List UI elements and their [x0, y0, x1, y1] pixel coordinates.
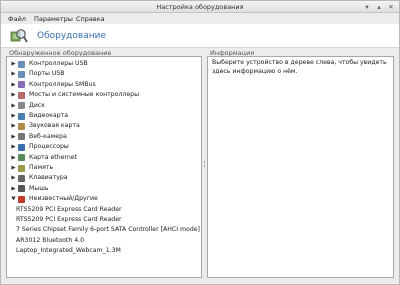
- expand-arrow-right-icon[interactable]: ▶: [11, 173, 16, 183]
- expand-arrow-right-icon[interactable]: ▶: [11, 80, 16, 90]
- tree-item-label: Видеокарта: [29, 112, 68, 119]
- expand-arrow-right-icon[interactable]: ▶: [11, 132, 16, 142]
- tree-item-label: Процессоры: [29, 143, 69, 151]
- tree-child-label: Laptop_Integrated_Webcam_1.3M: [16, 247, 121, 255]
- menu-bar: Файл Параметры Справка: [1, 13, 399, 24]
- tree-child-item[interactable]: 7 Series Chipset Family 6-port SATA Cont…: [7, 225, 200, 235]
- expand-arrow-down-icon[interactable]: ▼: [11, 194, 16, 204]
- tree-item-label: Клавиатура: [29, 174, 68, 182]
- video-card-icon: [18, 112, 25, 120]
- expand-arrow-right-icon[interactable]: ▶: [11, 69, 16, 79]
- hardware-window: Настройка оборудования ▾ ▴ ✕ Файл Параме…: [0, 0, 400, 285]
- expand-arrow-right-icon[interactable]: ▶: [11, 153, 16, 163]
- page-header: Оборудование: [1, 24, 399, 48]
- tree-item[interactable]: ▶ Порты USB: [7, 69, 197, 79]
- tree-item-label: Звуковая карта: [29, 122, 80, 130]
- tree-item-label: Порты USB: [29, 70, 65, 78]
- close-button[interactable]: ✕: [387, 3, 395, 11]
- tree-item[interactable]: ▶ Клавиатура: [7, 173, 197, 183]
- usb-icon: [18, 60, 25, 68]
- tree-child-item[interactable]: Laptop_Integrated_Webcam_1.3M: [7, 246, 197, 256]
- expand-arrow-right-icon[interactable]: ▶: [11, 111, 16, 121]
- tree-child-item[interactable]: RTS5209 PCI Express Card Reader: [7, 215, 197, 225]
- tree-child-label: RTS5209 PCI Express Card Reader: [16, 216, 122, 223]
- page-title: Оборудование: [37, 31, 106, 41]
- tree-item[interactable]: ▶ Процессоры: [7, 142, 197, 152]
- tree-item-label: Контроллеры USB: [29, 60, 88, 67]
- keyboard-icon: [18, 174, 25, 182]
- expand-arrow-right-icon[interactable]: ▶: [11, 90, 16, 100]
- disk-icon: [18, 102, 25, 110]
- tree-child-label: 7 Series Chipset Family 6-port SATA Cont…: [16, 226, 200, 234]
- expand-arrow-right-icon[interactable]: ▶: [11, 142, 16, 152]
- expand-arrow-right-icon[interactable]: ▶: [11, 121, 16, 131]
- menu-file[interactable]: Файл: [8, 15, 26, 23]
- menu-settings[interactable]: Параметры: [34, 15, 73, 23]
- expand-arrow-right-icon[interactable]: ▶: [11, 163, 16, 173]
- tree-item-label: Память: [29, 164, 54, 171]
- info-text: Выберите устройство в дереве слева, чтоб…: [212, 59, 387, 75]
- tree-item[interactable]: ▶ Мышь: [7, 184, 197, 194]
- minimize-button[interactable]: ▾: [363, 3, 371, 11]
- hardware-magnifier-icon: [10, 29, 28, 43]
- tree-item[interactable]: ▶ Карта ethernet: [7, 153, 197, 163]
- pane-splitter[interactable]: [204, 161, 206, 167]
- tree-item-label: Неизвестный/Другие: [29, 195, 98, 203]
- hardware-tree[interactable]: ▶ Контроллеры USB ▶ Порты USB ▶ Контроллеры S…: [6, 56, 202, 278]
- tree-item[interactable]: ▶ Звуковая карта: [7, 121, 197, 131]
- window-title: Настройка оборудования: [156, 3, 244, 11]
- maximize-button[interactable]: ▴: [375, 3, 383, 11]
- tree-item[interactable]: ▶ Видеокарта: [7, 111, 197, 121]
- mouse-icon: [18, 185, 25, 193]
- tree-item[interactable]: ▼ Неизвестный/Другие: [7, 194, 197, 204]
- tree-child-label: AR3012 Bluetooth 4.0: [16, 236, 85, 244]
- usb-port-icon: [18, 70, 25, 78]
- tree-child-item[interactable]: RTS5209 PCI Express Card Reader: [7, 205, 197, 215]
- bridge-icon: [18, 91, 25, 99]
- tree-item[interactable]: ▶ Мосты и системные контроллеры: [7, 90, 197, 100]
- expand-arrow-right-icon[interactable]: ▶: [11, 59, 16, 69]
- menu-help[interactable]: Справка: [76, 15, 105, 23]
- tree-item[interactable]: ▶ Диск: [7, 101, 197, 111]
- expand-arrow-right-icon[interactable]: ▶: [11, 184, 16, 194]
- webcam-icon: [18, 133, 25, 141]
- tree-item-label: Контроллеры SMBus: [29, 80, 96, 88]
- tree-item[interactable]: ▶ Контроллеры SMBus: [7, 80, 197, 90]
- unknown-device-icon: [18, 195, 25, 203]
- tree-item-label: Мосты и системные контроллеры: [29, 91, 139, 99]
- tree-item[interactable]: ▶ Веб-камера: [7, 132, 197, 142]
- tree-item-label: Карта ethernet: [29, 153, 78, 161]
- info-panel: Выберите устройство в дереве слева, чтоб…: [207, 56, 394, 278]
- memory-icon: [18, 164, 25, 172]
- tree-item-label: Диск: [29, 101, 45, 109]
- tree-item-label: Веб-камера: [29, 132, 67, 140]
- ethernet-icon: [18, 154, 25, 162]
- chip-icon: [18, 81, 25, 89]
- tree-child-label: RTS5209 PCI Express Card Reader: [16, 205, 122, 213]
- title-bar[interactable]: Настройка оборудования ▾ ▴ ✕: [1, 1, 399, 13]
- tree-item-label: Мышь: [29, 184, 49, 192]
- sound-card-icon: [18, 122, 25, 130]
- expand-arrow-right-icon[interactable]: ▶: [11, 101, 16, 111]
- tree-child-item[interactable]: AR3012 Bluetooth 4.0: [7, 236, 197, 246]
- cpu-icon: [18, 143, 25, 151]
- tree-item[interactable]: ▶ Контроллеры USB: [7, 59, 197, 69]
- tree-item[interactable]: ▶ Память: [7, 163, 197, 173]
